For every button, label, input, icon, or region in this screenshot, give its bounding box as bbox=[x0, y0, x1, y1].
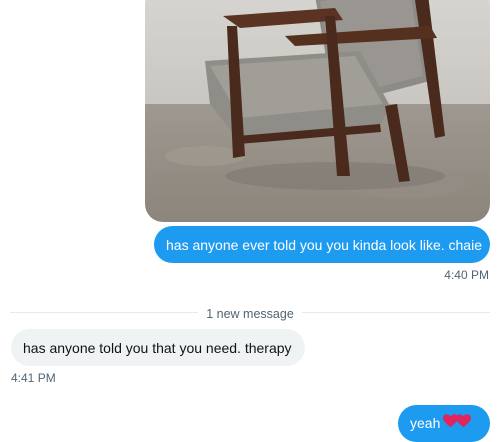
message-bubble-outgoing[interactable]: has anyone ever told you you kinda look … bbox=[154, 226, 490, 263]
message-text: yeah bbox=[410, 414, 440, 432]
message-bubble-incoming[interactable]: has anyone told you that you need. thera… bbox=[11, 329, 305, 366]
timestamp: 4:41 PM bbox=[11, 371, 56, 385]
timestamp: 4:40 PM bbox=[444, 268, 489, 282]
message-bubble-outgoing[interactable]: yeah bbox=[398, 405, 490, 442]
chair-image bbox=[145, 0, 490, 222]
new-message-label: 1 new message bbox=[198, 307, 302, 321]
red-heart-icon bbox=[456, 414, 471, 428]
chair-photo[interactable] bbox=[145, 0, 490, 222]
message-text: has anyone ever told you you kinda look … bbox=[166, 236, 482, 254]
message-text: has anyone told you that you need. thera… bbox=[23, 339, 292, 357]
